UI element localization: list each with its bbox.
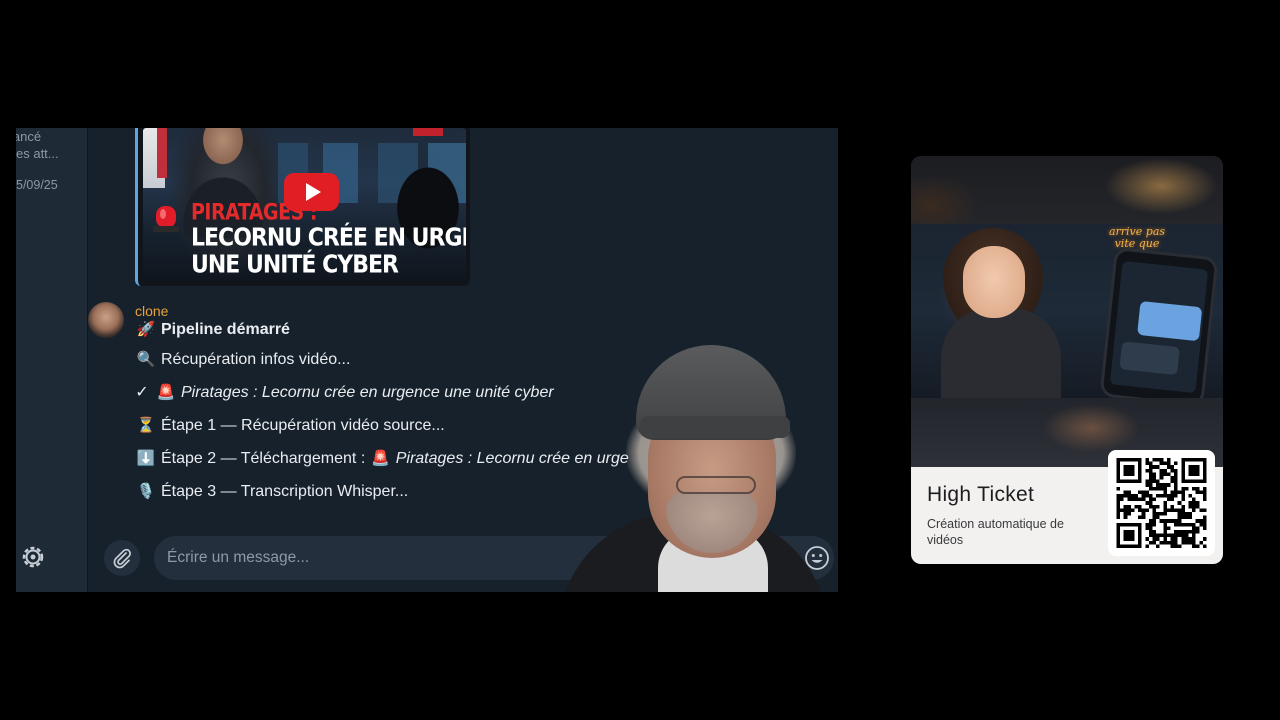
message-line-text: Étape 3 — Transcription Whisper...	[161, 483, 409, 500]
youtube-preview-card[interactable]: PIRATAGES : LECORNU CRÉE EN URGENCE UNE …	[135, 128, 470, 286]
glasses	[676, 476, 756, 494]
video-title-text: Piratages : Lecornu crée en urgence une …	[181, 384, 554, 401]
message-author[interactable]: clone	[135, 303, 838, 319]
avatar[interactable]	[88, 302, 124, 338]
attach-button[interactable]	[104, 540, 140, 576]
message-line-text: Étape 1 — Récupération vidéo source...	[161, 417, 445, 434]
magnifier-icon: 🔍	[136, 351, 156, 368]
video-thumbnail[interactable]: PIRATAGES : LECORNU CRÉE EN URGENCE UNE …	[143, 128, 466, 282]
chat-list-sidebar: lancé es att... 5/09/25	[16, 128, 88, 592]
siren-icon	[153, 206, 179, 232]
siren-icon: 🚨	[371, 450, 391, 467]
webcam-overlay	[548, 338, 838, 592]
gear-icon	[22, 546, 44, 568]
message-line-text: Récupération infos vidéo...	[161, 351, 351, 368]
chat-preview-text[interactable]: lancé es att...	[16, 128, 76, 162]
promo-subtitle: Création automatique de vidéos	[927, 517, 1064, 547]
microphone-icon: 🎙️	[136, 483, 156, 500]
message-header-text: Pipeline démarré	[161, 321, 290, 338]
qr-code-icon	[1116, 458, 1207, 548]
paperclip-icon	[113, 548, 131, 569]
thumbnail-title-line3: UNE UNITÉ CYBER	[191, 251, 399, 279]
siren-icon: 🚨	[156, 384, 176, 401]
settings-button[interactable]	[18, 542, 48, 572]
message-input-placeholder: Écrire un message...	[167, 549, 310, 566]
thumbnail-title-line2: LECORNU CRÉE EN URGENCE	[191, 224, 466, 252]
rocket-icon: 🚀	[136, 321, 156, 338]
checkmark-icon: ✓	[135, 384, 149, 401]
illustration-phone	[1099, 246, 1219, 408]
illustration-girl	[963, 246, 1025, 318]
message-line-text: Étape 2 — Téléchargement :	[161, 450, 370, 467]
promo-card[interactable]: arrive pas vite que prévu High Ticket Cr…	[911, 156, 1223, 564]
play-icon[interactable]	[284, 173, 339, 211]
qr-code[interactable]	[1108, 450, 1215, 556]
chat-preview-date: 5/09/25	[16, 178, 58, 192]
download-arrow-icon: ⬇️	[136, 450, 156, 467]
promo-title: High Ticket	[927, 483, 1035, 506]
hourglass-icon: ⏳	[136, 417, 156, 434]
